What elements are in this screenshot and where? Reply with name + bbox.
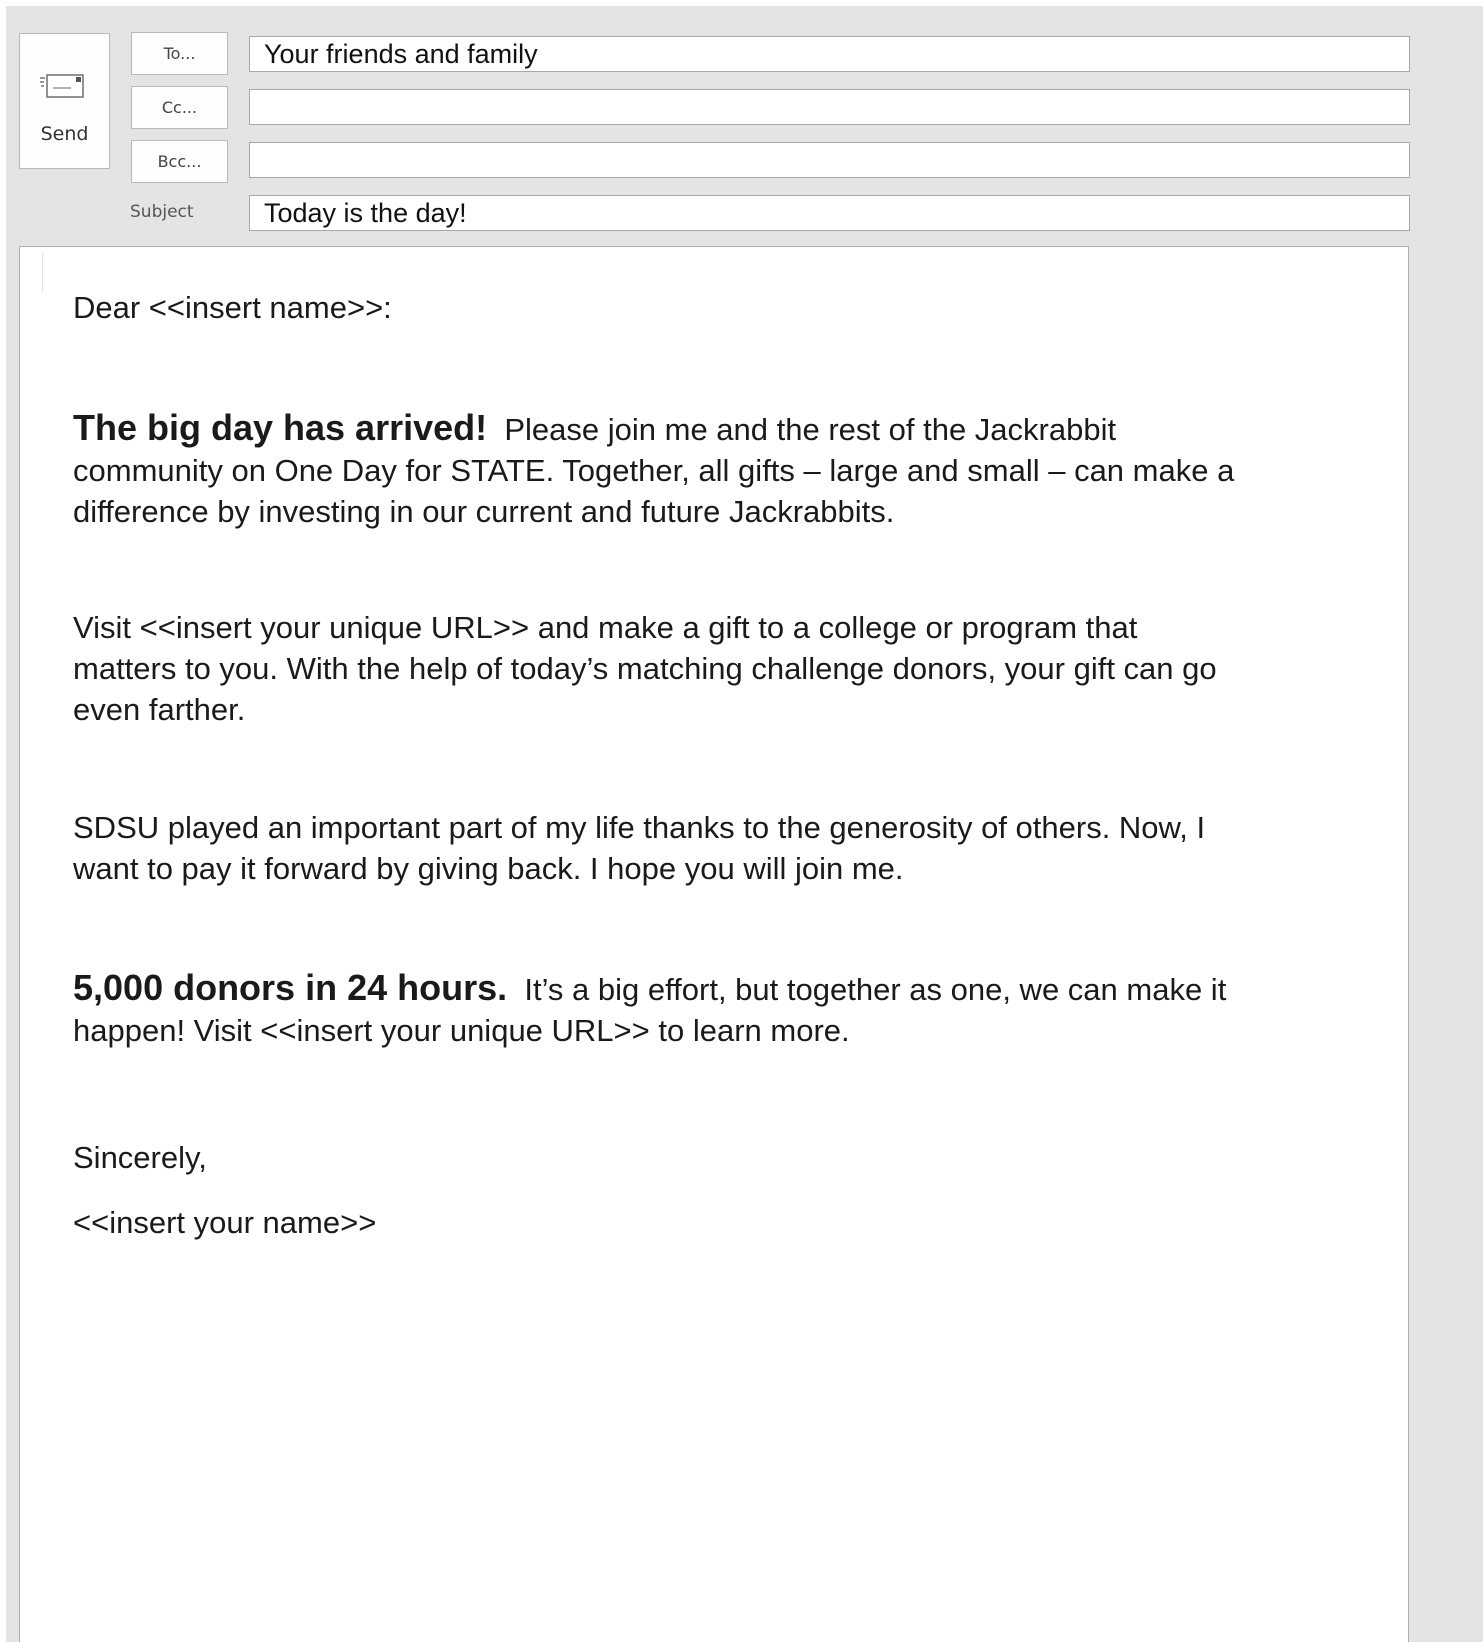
- envelope-send-icon: [40, 74, 84, 98]
- paragraph-4-line-2: happen! Visit <<insert your unique URL>>…: [73, 1013, 850, 1048]
- to-field[interactable]: Your friends and family: [249, 36, 1410, 72]
- paragraph-1-line-1: Please join me and the rest of the Jackr…: [504, 412, 1117, 447]
- compose-window: Send To... Cc... Bcc... Subject Your fri…: [6, 6, 1483, 1642]
- bcc-field[interactable]: [249, 142, 1410, 178]
- send-label: Send: [40, 123, 89, 145]
- paragraph-2-line-1: Visit <<insert your unique URL>> and mak…: [73, 610, 1138, 645]
- bcc-button[interactable]: Bcc...: [131, 140, 228, 183]
- subject-field[interactable]: Today is the day!: [249, 195, 1410, 231]
- paragraph-2-line-3: even farther.: [73, 692, 246, 727]
- paragraph-2: Visit <<insert your unique URL>> and mak…: [73, 607, 1217, 730]
- subject-label: Subject: [130, 202, 194, 222]
- paragraph-4-line-1: It’s a big effort, but together as one, …: [524, 972, 1227, 1007]
- cc-button[interactable]: Cc...: [131, 86, 228, 129]
- paragraph-2-line-2: matters to you. With the help of today’s…: [73, 651, 1217, 686]
- closing: Sincerely,: [73, 1140, 207, 1175]
- message-body[interactable]: Dear <<insert name>>: The big day has ar…: [19, 246, 1409, 1642]
- paragraph-1-line-2: community on One Day for STATE. Together…: [73, 453, 1235, 488]
- paragraph-4: 5,000 donors in 24 hours. It’s a big eff…: [73, 967, 1226, 1051]
- paragraph-3-line-1: SDSU played an important part of my life…: [73, 810, 1206, 845]
- send-button[interactable]: Send: [19, 33, 110, 169]
- paragraph-1-lead: The big day has arrived!: [73, 407, 488, 448]
- cc-field[interactable]: [249, 89, 1410, 125]
- body-cursor: [42, 253, 43, 293]
- paragraph-3-line-2: want to pay it forward by giving back. I…: [73, 851, 904, 886]
- greeting: Dear <<insert name>>:: [73, 290, 392, 325]
- paragraph-4-lead: 5,000 donors in 24 hours.: [73, 967, 508, 1008]
- paragraph-3: SDSU played an important part of my life…: [73, 807, 1205, 889]
- signature: <<insert your name>>: [73, 1205, 377, 1240]
- paragraph-1-line-3: difference by investing in our current a…: [73, 494, 895, 529]
- to-button[interactable]: To...: [131, 32, 228, 75]
- paragraph-1: The big day has arrived! Please join me …: [73, 407, 1234, 532]
